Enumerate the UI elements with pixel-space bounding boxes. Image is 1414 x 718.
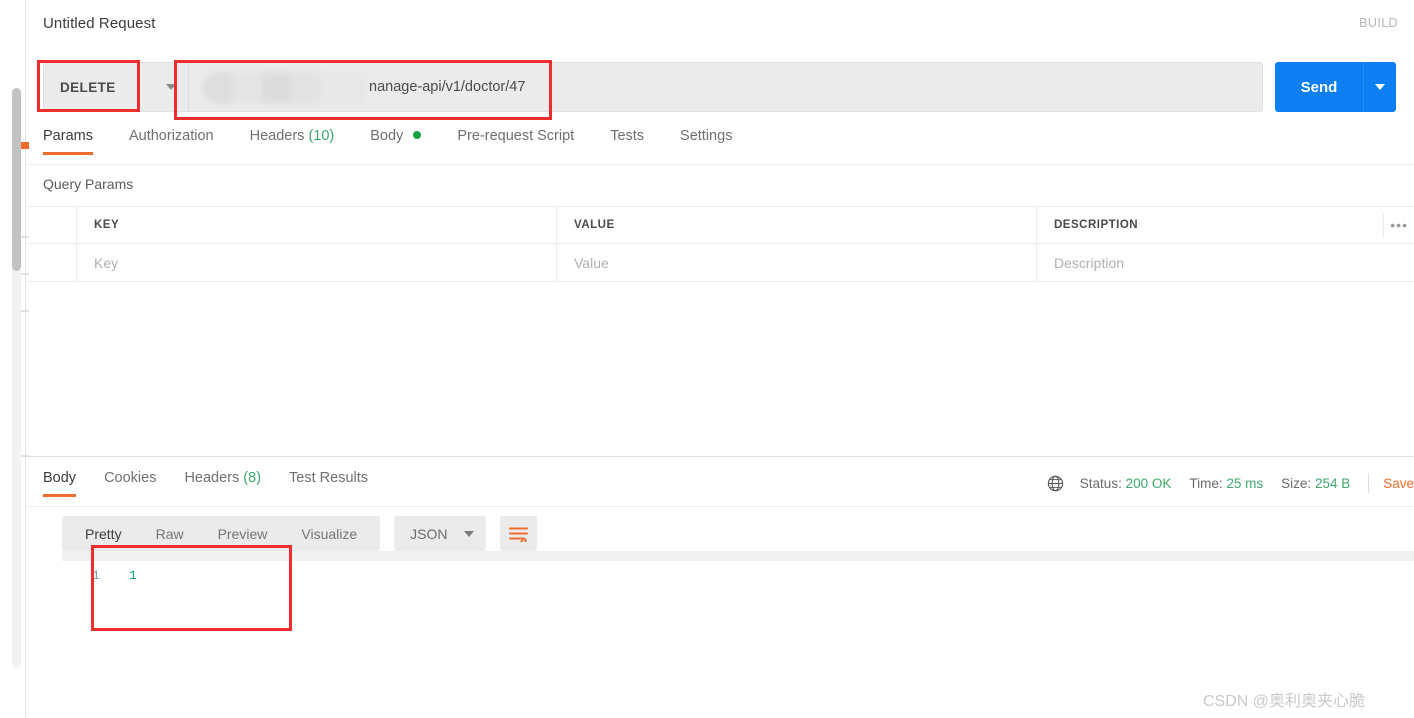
save-response-button[interactable]: Save: [1383, 476, 1414, 491]
row-description-cell[interactable]: Description: [1037, 244, 1414, 281]
format-tab-visualize[interactable]: Visualize: [284, 526, 374, 542]
header-value-cell: VALUE: [557, 207, 1037, 243]
header-key-cell: KEY: [77, 207, 557, 243]
response-tab-cookies[interactable]: Cookies: [104, 470, 156, 497]
tab-label: Authorization: [128, 128, 214, 144]
page-title[interactable]: Untitled Request: [43, 15, 156, 32]
response-viewer-toolbar: Pretty Raw Preview Visualize JSON: [62, 516, 537, 551]
tab-label: Cookies: [104, 470, 157, 486]
language-label: JSON: [410, 525, 448, 542]
tab-params[interactable]: Params: [43, 128, 93, 155]
body-present-dot-icon: [413, 131, 422, 139]
response-body-viewer[interactable]: 1 1: [62, 561, 1414, 691]
header-checkbox-cell: [25, 207, 77, 243]
time-value: 25 ms: [1226, 475, 1264, 491]
tab-count: (10): [308, 128, 335, 144]
row-value-cell[interactable]: Value: [557, 244, 1037, 281]
divider: [1368, 473, 1370, 493]
tab-count: (8): [243, 470, 262, 486]
language-select[interactable]: JSON: [394, 516, 486, 551]
response-tab-headers[interactable]: Headers (8): [184, 470, 261, 497]
size-badge[interactable]: Size: 254 B: [1281, 476, 1350, 491]
redacted-host-blur: [203, 72, 367, 104]
format-tab-group: Pretty Raw Preview Visualize: [62, 516, 381, 551]
http-method-label: DELETE: [60, 79, 116, 95]
tab-authorization[interactable]: Authorization: [129, 128, 214, 155]
format-tab-pretty[interactable]: Pretty: [68, 526, 139, 542]
pane-resize-handle[interactable]: [25, 451, 1414, 457]
row-checkbox-cell[interactable]: [25, 244, 77, 281]
response-tab-test-results[interactable]: Test Results: [289, 470, 368, 497]
request-header: Untitled Request BUILD: [25, 0, 1414, 46]
size-value: 254 B: [1314, 475, 1351, 491]
send-options-button[interactable]: [1363, 62, 1396, 112]
size-label: Size:: [1281, 475, 1312, 491]
url-input[interactable]: nanage-api/v1/doctor/47: [188, 62, 1263, 112]
key-input-placeholder[interactable]: Key: [94, 255, 118, 271]
query-params-table: KEY VALUE DESCRIPTION ••• Key Value Desc…: [25, 206, 1414, 282]
time-label: Time:: [1189, 475, 1223, 491]
time-badge[interactable]: Time: 25 ms: [1189, 476, 1263, 491]
response-meta-bar: Status: 200 OK Time: 25 ms Size: 254 B S…: [1047, 470, 1414, 496]
description-input-placeholder[interactable]: Description: [1054, 255, 1124, 271]
column-header-key: KEY: [94, 219, 120, 231]
tab-label: Test Results: [289, 470, 369, 486]
status-badge[interactable]: Status: 200 OK: [1080, 476, 1172, 491]
tab-bar-divider: [25, 164, 1414, 165]
response-tab-divider: [25, 506, 1414, 507]
tab-pre-request-script[interactable]: Pre-request Script: [457, 128, 574, 155]
tab-label: Tests: [610, 128, 645, 144]
request-tab-bar: Params Authorization Headers (10) Body P…: [43, 128, 1396, 164]
row-key-cell[interactable]: Key: [77, 244, 557, 281]
tab-label: Settings: [680, 128, 733, 144]
status-value: 200 OK: [1125, 475, 1172, 491]
tab-label: Params: [43, 128, 93, 144]
table-row[interactable]: Key Value Description: [25, 244, 1414, 282]
value-input-placeholder[interactable]: Value: [574, 255, 609, 271]
status-label: Status:: [1079, 475, 1122, 491]
table-header-row: KEY VALUE DESCRIPTION •••: [25, 206, 1414, 244]
url-visible-text: nanage-api/v1/doctor/47: [369, 79, 526, 95]
divider: [1383, 214, 1384, 238]
chevron-down-icon: [1375, 84, 1385, 90]
tab-settings[interactable]: Settings: [680, 128, 732, 155]
send-button-group: Send: [1275, 62, 1396, 112]
header-description-cell: DESCRIPTION •••: [1037, 207, 1414, 243]
send-button[interactable]: Send: [1275, 62, 1363, 112]
wrap-text-icon: [508, 527, 528, 542]
response-tab-body[interactable]: Body: [43, 470, 77, 497]
tab-tests[interactable]: Tests: [610, 128, 644, 155]
tab-label: Body: [43, 470, 77, 486]
code-line-number: 1: [92, 568, 100, 583]
format-tab-raw[interactable]: Raw: [139, 526, 201, 542]
tab-label: Headers: [249, 128, 305, 144]
response-tab-bar: Body Cookies Headers (8) Test Results: [43, 470, 396, 506]
column-header-description: DESCRIPTION: [1054, 219, 1139, 231]
tab-label: Body: [370, 128, 404, 144]
column-header-value: VALUE: [574, 219, 615, 231]
tab-headers[interactable]: Headers (10): [250, 128, 335, 155]
format-tab-preview[interactable]: Preview: [201, 526, 285, 542]
tab-label: Headers: [184, 470, 240, 486]
tab-body[interactable]: Body: [370, 128, 422, 155]
url-bar: DELETE nanage-api/v1/doctor/47 Send: [43, 62, 1396, 112]
code-viewer-topstrip: [62, 551, 1414, 561]
tab-label: Pre-request Script: [457, 128, 575, 144]
globe-icon[interactable]: [1047, 475, 1064, 492]
scrollbar-thumb[interactable]: [12, 88, 21, 271]
query-params-heading: Query Params: [43, 176, 134, 192]
code-line-content: 1: [129, 568, 137, 583]
watermark: CSDN @奥利奥夹心脆: [1203, 693, 1366, 710]
build-link[interactable]: BUILD: [1359, 16, 1398, 30]
http-method-select[interactable]: DELETE: [43, 62, 188, 112]
more-options-icon[interactable]: •••: [1390, 217, 1408, 233]
chevron-down-icon: [463, 530, 474, 537]
left-scroll-rail: [0, 0, 26, 718]
request-pane: Untitled Request BUILD DELETE nanage-api…: [25, 0, 1414, 718]
wrap-text-button[interactable]: [499, 516, 537, 551]
chevron-down-icon: [166, 84, 176, 90]
